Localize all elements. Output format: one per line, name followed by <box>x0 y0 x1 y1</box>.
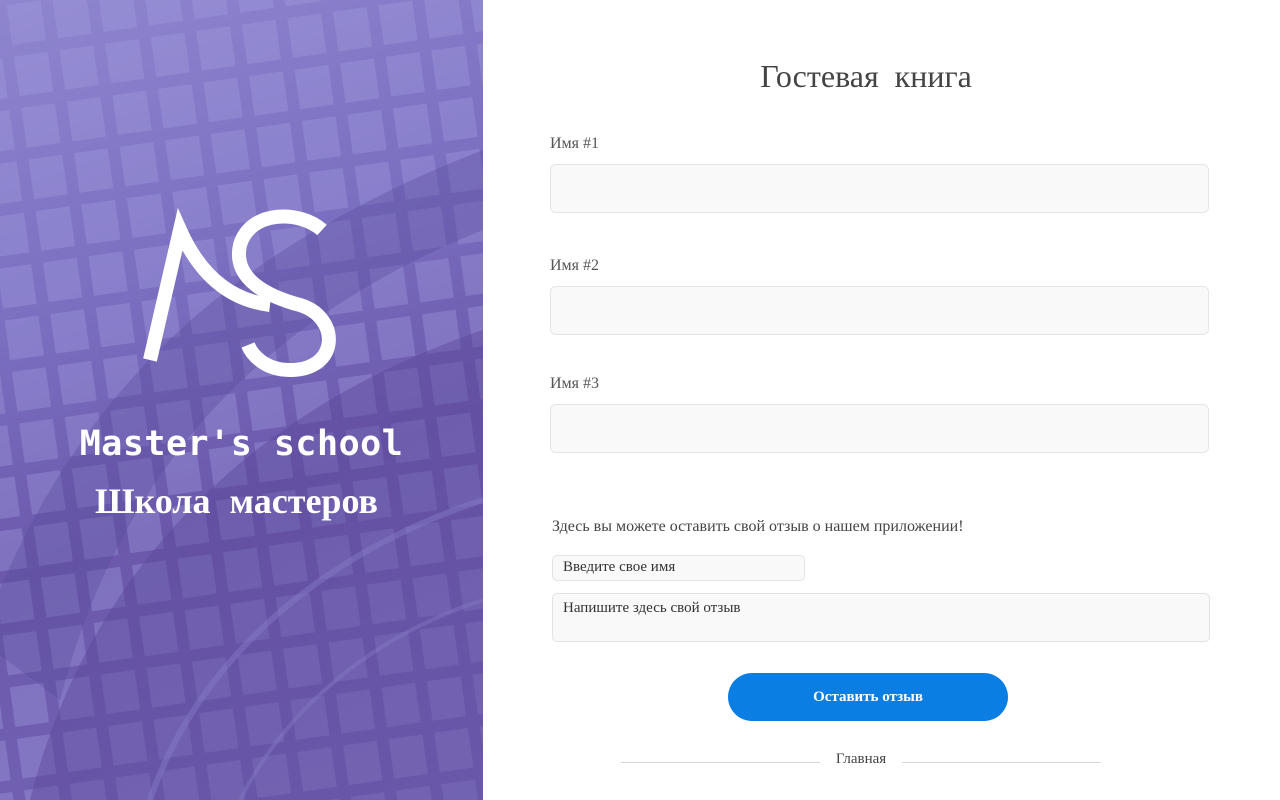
brand-name-russian: Школа мастеров <box>94 481 378 521</box>
name-2-label: Имя #2 <box>550 257 600 274</box>
divider-right <box>902 762 1101 763</box>
home-link[interactable]: Главная <box>820 751 902 768</box>
submit-review-button[interactable]: Оставить отзыв <box>728 673 1008 721</box>
review-name-input[interactable]: Введите свое имя <box>552 555 805 581</box>
name-2-input[interactable] <box>550 286 1209 335</box>
divider-left <box>621 762 820 763</box>
brand-name-english: Master's school <box>79 424 404 464</box>
page-title: Гостевая книга <box>760 58 972 94</box>
brand-panel: Master's school Школа мастеров <box>0 0 483 800</box>
review-text-input[interactable]: Напишите здесь свой отзыв <box>552 593 1210 642</box>
review-hint-text: Здесь вы можете оставить свой отзыв о на… <box>552 518 964 535</box>
name-3-label: Имя #3 <box>550 375 600 392</box>
name-3-input[interactable] <box>550 404 1209 453</box>
ms-logo-icon <box>140 205 350 380</box>
building-background-image <box>0 0 483 800</box>
name-1-input[interactable] <box>550 164 1209 213</box>
name-1-label: Имя #1 <box>550 135 600 152</box>
